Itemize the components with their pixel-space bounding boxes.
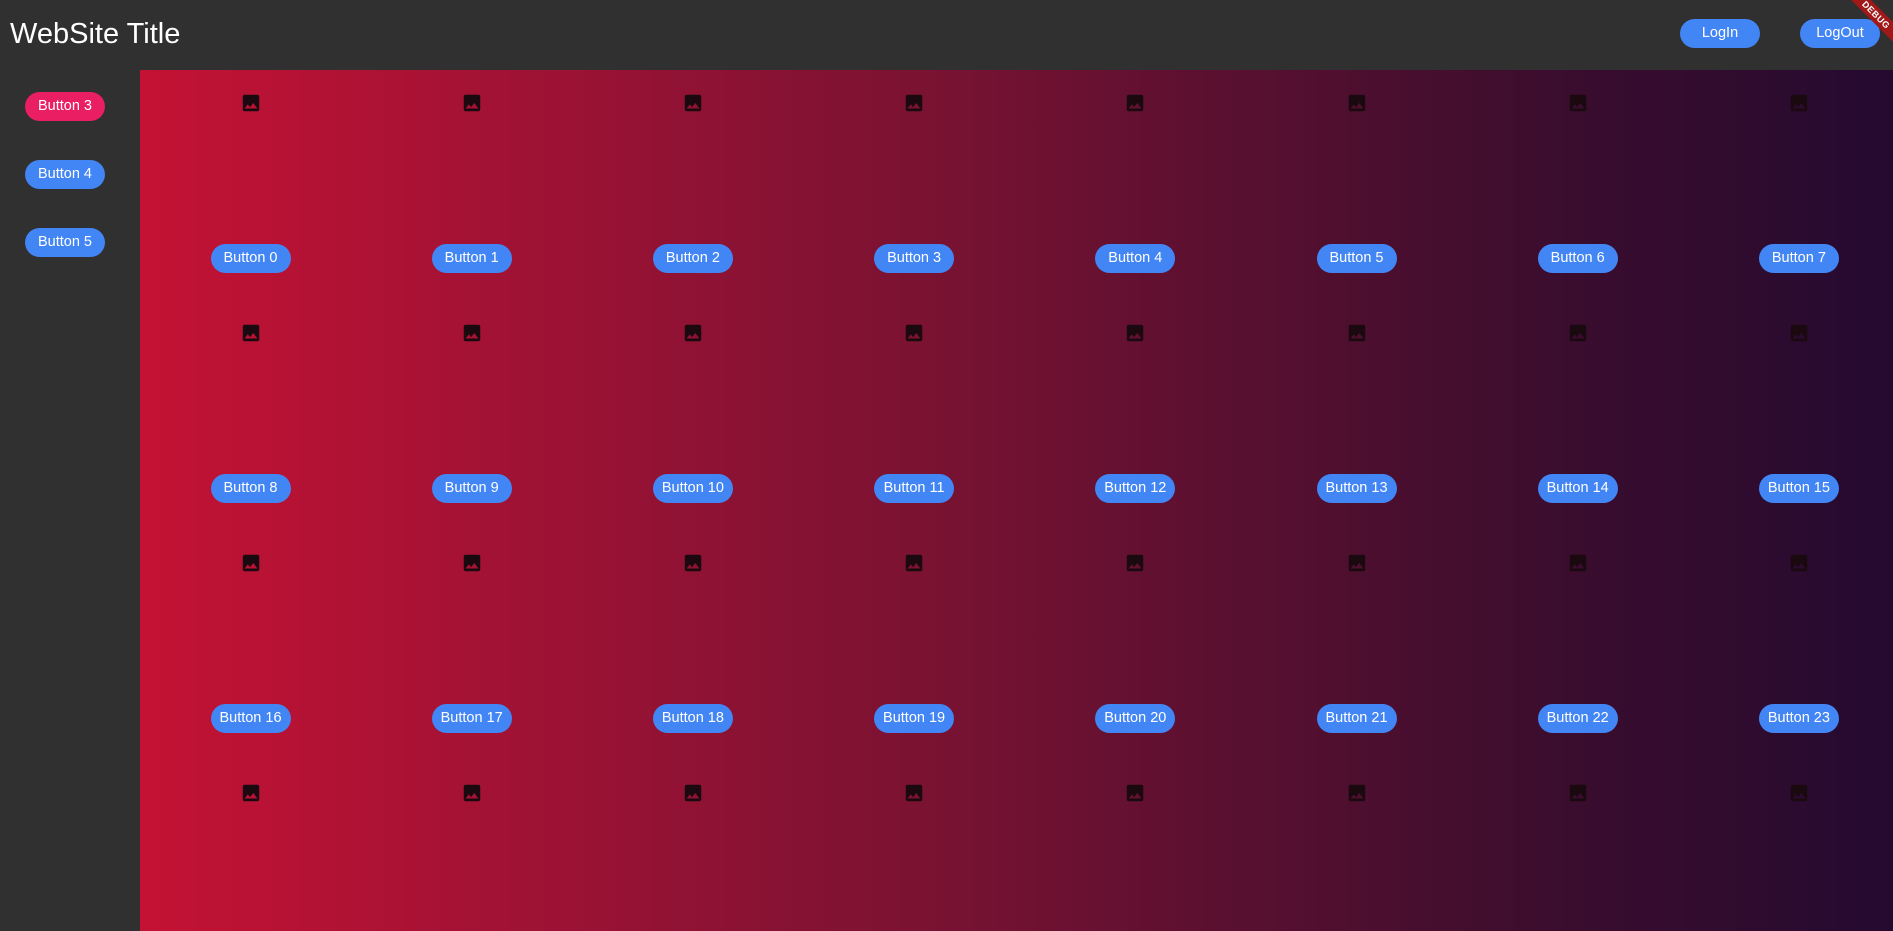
content-grid: Button 0 Button 1 Button 2 Button 3 Button 4…: [140, 70, 1893, 931]
grid-button-2[interactable]: Button 2: [652, 244, 733, 273]
image-icon: [903, 552, 925, 574]
sidebar-item-button-4[interactable]: Button 4: [25, 160, 105, 189]
grid-button-15[interactable]: Button 15: [1758, 474, 1839, 503]
logout-button[interactable]: LogOut: [1800, 19, 1880, 48]
sidebar: Button 3 Button 4 Button 5: [0, 70, 140, 931]
grid-button-13[interactable]: Button 13: [1316, 474, 1397, 503]
image-icon: [682, 322, 704, 344]
image-icon: [1567, 322, 1589, 344]
image-icon: [461, 92, 483, 114]
image-icon: [1124, 552, 1146, 574]
grid-button-7[interactable]: Button 7: [1758, 244, 1839, 273]
image-icon: [1788, 322, 1810, 344]
image-icon: [682, 92, 704, 114]
grid-button-17[interactable]: Button 17: [431, 704, 512, 733]
sidebar-item-button-3[interactable]: Button 3: [25, 92, 105, 121]
image-icon: [682, 552, 704, 574]
grid-button-10[interactable]: Button 10: [652, 474, 733, 503]
sidebar-item-button-5[interactable]: Button 5: [25, 228, 105, 257]
image-icon: [461, 552, 483, 574]
image-icon: [1788, 782, 1810, 804]
grid-button-9[interactable]: Button 9: [431, 474, 512, 503]
grid-button-20[interactable]: Button 20: [1095, 704, 1176, 733]
image-icon: [240, 782, 262, 804]
image-icon: [1124, 322, 1146, 344]
grid-button-12[interactable]: Button 12: [1095, 474, 1176, 503]
grid-button-8[interactable]: Button 8: [210, 474, 291, 503]
grid-button-16[interactable]: Button 16: [210, 704, 291, 733]
image-icon: [240, 552, 262, 574]
grid-button-5[interactable]: Button 5: [1316, 244, 1397, 273]
image-icon: [903, 322, 925, 344]
grid-button-19[interactable]: Button 19: [874, 704, 955, 733]
image-icon: [1346, 92, 1368, 114]
grid-button-14[interactable]: Button 14: [1537, 474, 1618, 503]
image-icon: [1346, 322, 1368, 344]
image-icon: [240, 92, 262, 114]
image-icon: [1346, 782, 1368, 804]
grid-button-4[interactable]: Button 4: [1095, 244, 1176, 273]
grid-button-3[interactable]: Button 3: [874, 244, 955, 273]
image-icon: [1567, 92, 1589, 114]
login-button[interactable]: LogIn: [1680, 19, 1760, 48]
image-icon: [903, 782, 925, 804]
image-icon: [1124, 92, 1146, 114]
image-icon: [240, 322, 262, 344]
grid-button-23[interactable]: Button 23: [1758, 704, 1839, 733]
grid-button-6[interactable]: Button 6: [1537, 244, 1618, 273]
grid-button-0[interactable]: Button 0: [210, 244, 291, 273]
image-icon: [1567, 552, 1589, 574]
grid-button-18[interactable]: Button 18: [652, 704, 733, 733]
image-icon: [1124, 782, 1146, 804]
image-icon: [1788, 552, 1810, 574]
app-bar: WebSite Title LogIn LogOut: [0, 0, 1893, 70]
image-icon: [1567, 782, 1589, 804]
image-icon: [682, 782, 704, 804]
grid-button-1[interactable]: Button 1: [431, 244, 512, 273]
grid-button-21[interactable]: Button 21: [1316, 704, 1397, 733]
image-icon: [1788, 92, 1810, 114]
image-icon: [903, 92, 925, 114]
image-icon: [461, 322, 483, 344]
image-icon: [1346, 552, 1368, 574]
site-title: WebSite Title: [10, 18, 181, 50]
image-icon: [461, 782, 483, 804]
grid-button-11[interactable]: Button 11: [874, 474, 955, 503]
grid-button-22[interactable]: Button 22: [1537, 704, 1618, 733]
